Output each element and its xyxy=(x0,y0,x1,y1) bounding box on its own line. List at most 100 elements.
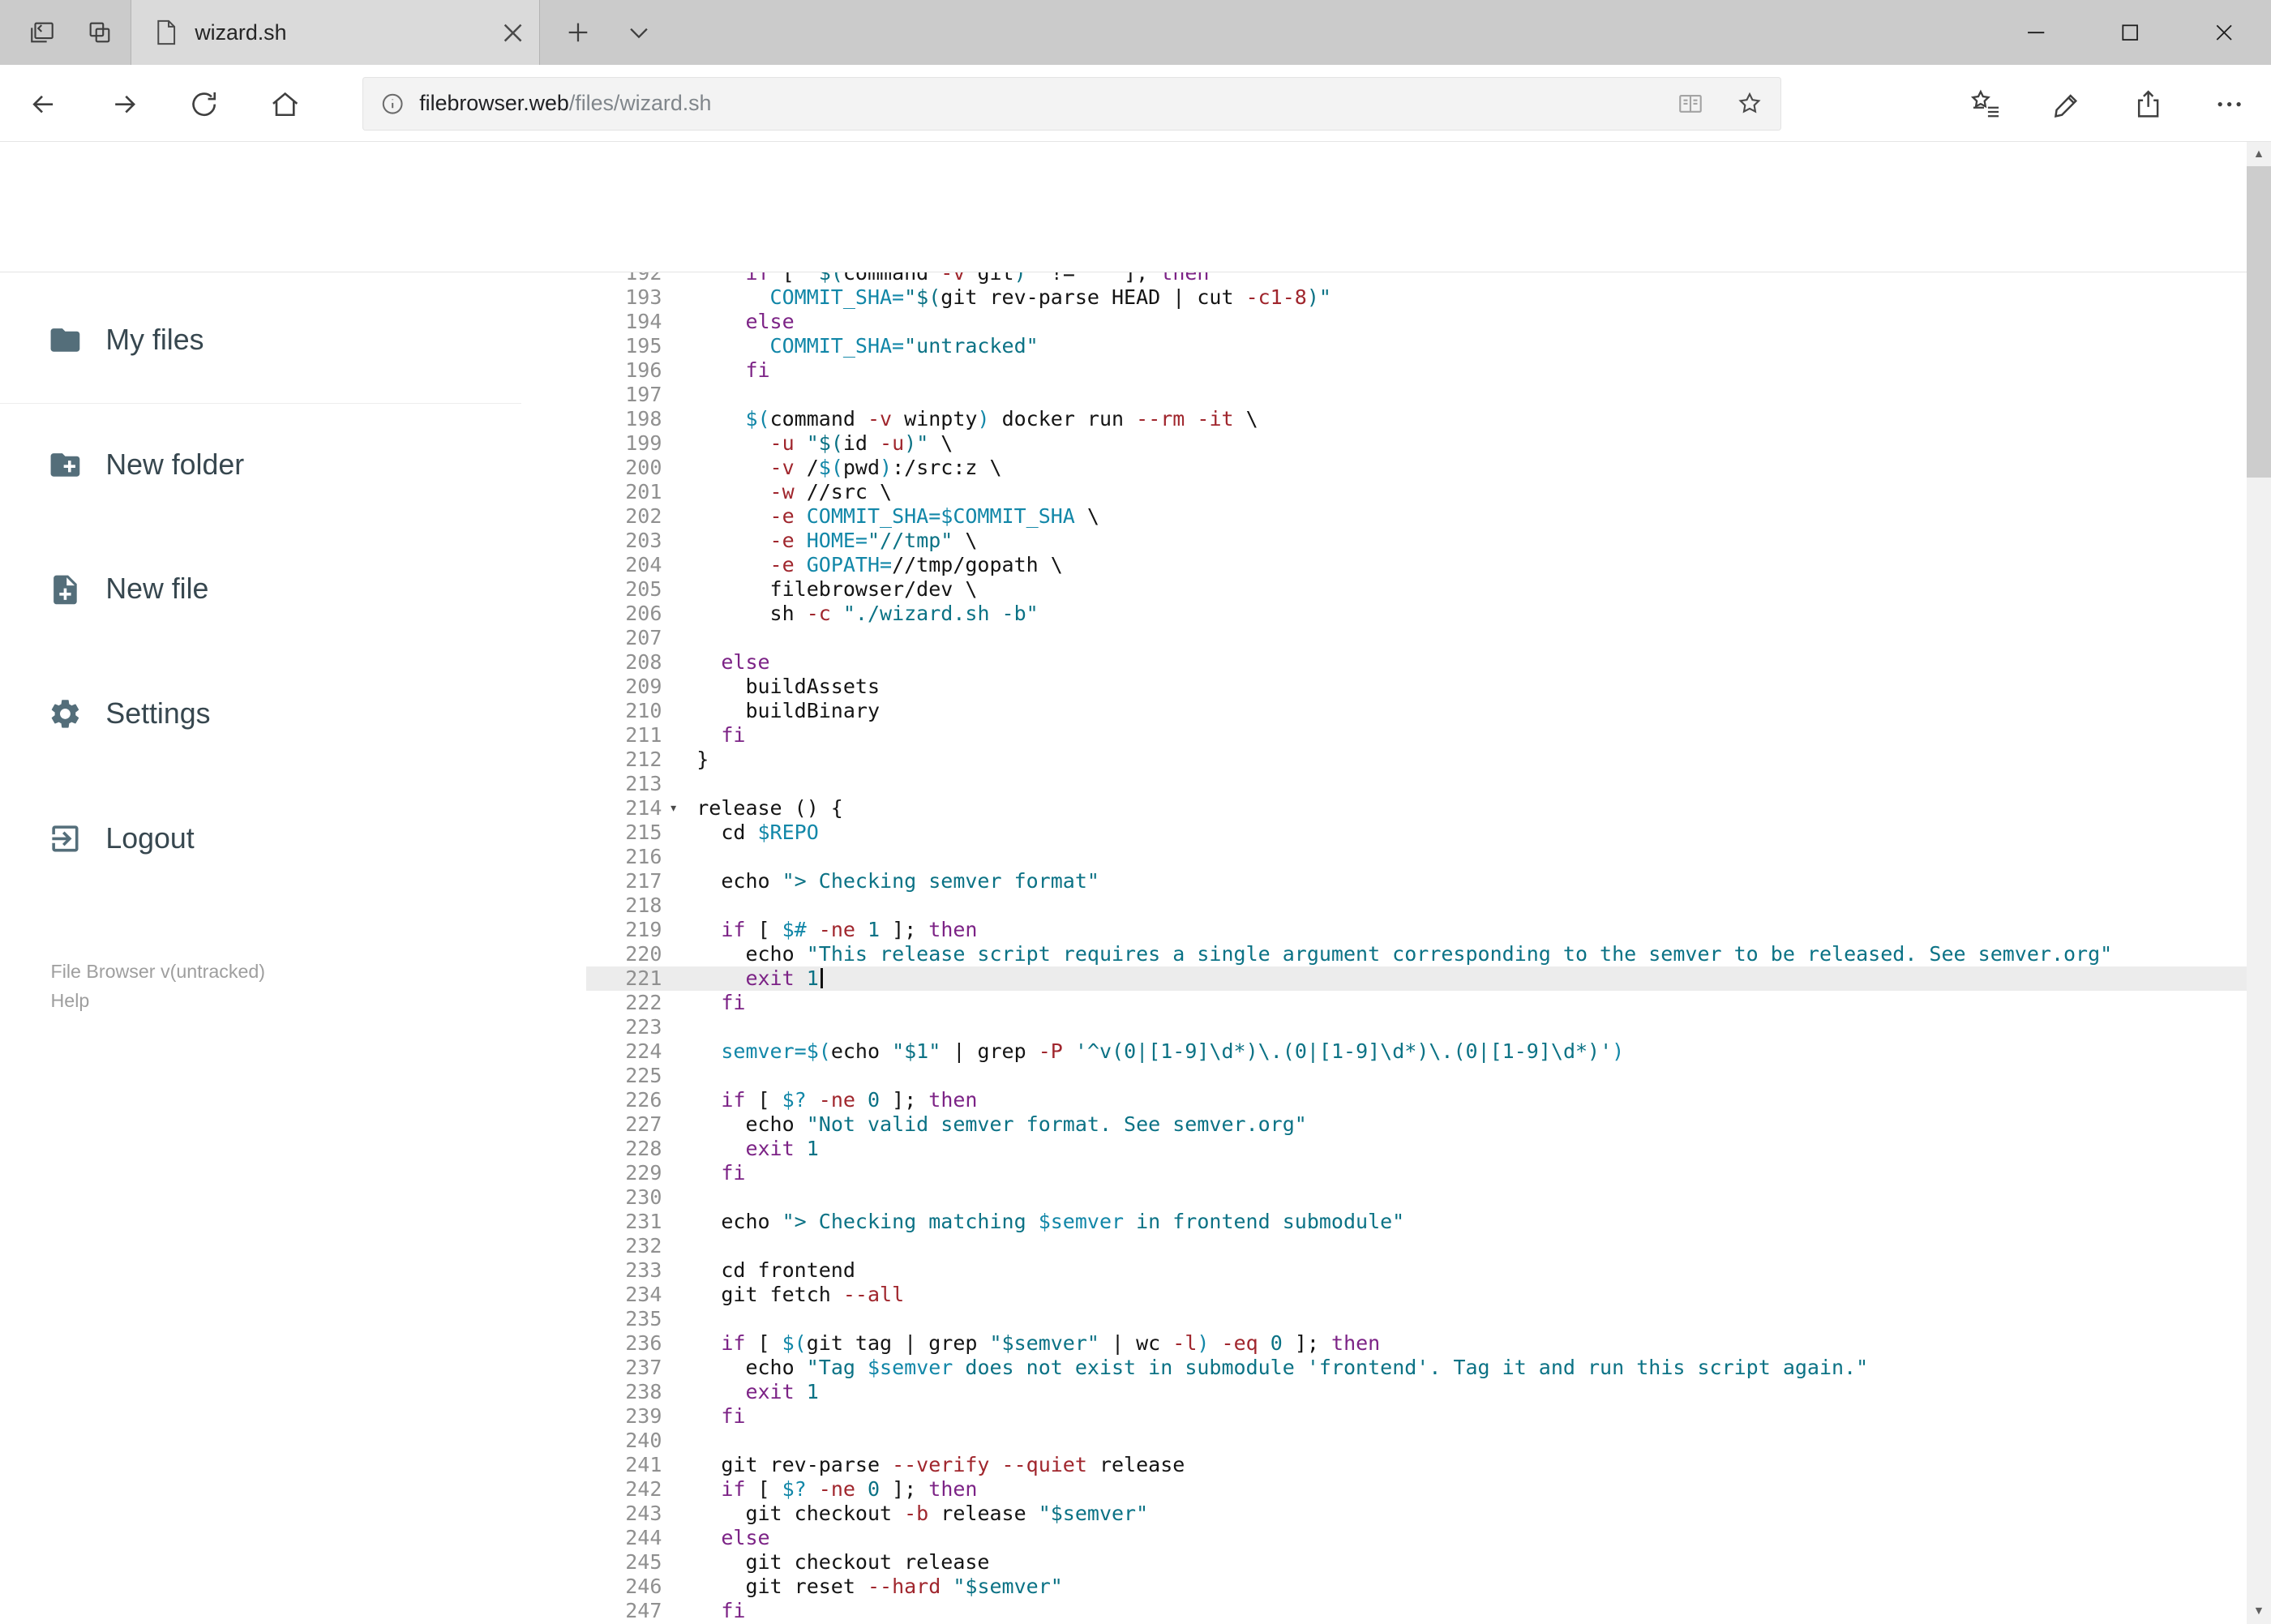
code-line[interactable]: 217 echo "> Checking semver format" xyxy=(586,869,2246,893)
code-line[interactable]: 192 if [ "$(command -v git)" != "" ]; th… xyxy=(586,272,2246,285)
share-button[interactable] xyxy=(2116,72,2180,136)
address-bar[interactable]: filebrowser.web/files/wizard.sh xyxy=(362,76,1782,131)
sidebar-item-new-folder[interactable]: New folder xyxy=(0,422,586,508)
code-line[interactable]: 245 git checkout release xyxy=(586,1550,2246,1575)
close-window-button[interactable] xyxy=(2177,0,2271,65)
new-tab-button[interactable] xyxy=(547,0,608,65)
code-line[interactable]: 227 echo "Not valid semver format. See s… xyxy=(586,1112,2246,1137)
code-line[interactable]: 223 xyxy=(586,1015,2246,1039)
code-line[interactable]: 213 xyxy=(586,772,2246,796)
code-line[interactable]: 196 fi xyxy=(586,358,2246,383)
sidebar-item-label: Logout xyxy=(105,821,195,855)
sidebar-item-logout[interactable]: Logout xyxy=(0,795,586,882)
code-line[interactable]: 220 echo "This release script requires a… xyxy=(586,942,2246,966)
code-line[interactable]: 247 fi xyxy=(586,1599,2246,1623)
tab-wizard-sh[interactable]: wizard.sh xyxy=(130,0,541,66)
code-line[interactable]: 244 else xyxy=(586,1526,2246,1550)
code-line[interactable]: 228 exit 1 xyxy=(586,1137,2246,1161)
hub-favorites-button[interactable] xyxy=(1954,72,2018,136)
code-line[interactable]: 216 xyxy=(586,845,2246,869)
code-line[interactable]: 241 git rev-parse --verify --quiet relea… xyxy=(586,1453,2246,1477)
set-tabs-aside-icon[interactable] xyxy=(11,0,72,65)
code-line[interactable]: 210 buildBinary xyxy=(586,699,2246,723)
code-line[interactable]: 235 xyxy=(586,1307,2246,1331)
code-line[interactable]: 221 exit 1 xyxy=(586,966,2247,992)
page-scrollbar[interactable]: ▲ ▼ xyxy=(2246,142,2271,1624)
reading-view-icon[interactable] xyxy=(1677,90,1704,118)
sidebar-item-settings[interactable]: Settings xyxy=(0,671,586,757)
code-line[interactable]: 243 git checkout -b release "$semver" xyxy=(586,1502,2246,1526)
code-line[interactable]: 194 else xyxy=(586,310,2246,334)
fold-gutter xyxy=(662,1599,696,1623)
sidebar: My files New folder New file Settings Logout… xyxy=(0,272,587,1624)
code-line[interactable]: 231 echo "> Checking matching $semver in… xyxy=(586,1210,2246,1234)
annotate-button[interactable] xyxy=(2035,72,2099,136)
forward-button[interactable] xyxy=(92,72,156,136)
minimize-button[interactable] xyxy=(1989,0,2083,65)
tab-preview-chevron-icon[interactable] xyxy=(608,0,669,65)
scroll-down-icon[interactable]: ▼ xyxy=(2247,1599,2271,1623)
scrollbar-thumb[interactable] xyxy=(2246,166,2271,478)
code-line[interactable]: 233 cd frontend xyxy=(586,1258,2246,1283)
code-line[interactable]: 201 -w //src \ xyxy=(586,480,2246,504)
code-line[interactable]: 197 xyxy=(586,383,2246,407)
code-line[interactable]: 205 filebrowser/dev \ xyxy=(586,577,2246,602)
code-fold-arrow-icon[interactable]: ▾ xyxy=(662,796,696,821)
code-line[interactable]: 236 if [ $(git tag | grep "$semver" | wc… xyxy=(586,1331,2246,1356)
code-text: echo "> Checking matching $semver in fro… xyxy=(721,1210,1405,1234)
sidebar-item-new-file[interactable]: New file xyxy=(0,546,586,632)
fold-gutter xyxy=(662,1161,696,1185)
scroll-up-icon[interactable]: ▲ xyxy=(2247,142,2271,166)
code-line[interactable]: 206 sh -c "./wizard.sh -b" xyxy=(586,602,2246,626)
site-info-icon[interactable] xyxy=(380,92,405,116)
code-line[interactable]: 237 echo "Tag $semver does not exist in … xyxy=(586,1356,2246,1380)
sidebar-item-my-files[interactable]: My files xyxy=(0,297,586,384)
logout-icon xyxy=(48,821,83,856)
code-line[interactable]: 204 -e GOPATH=//tmp/gopath \ xyxy=(586,553,2246,577)
code-text: -w //src \ xyxy=(769,480,893,504)
code-line[interactable]: 199 -u "$(id -u)" \ xyxy=(586,431,2246,456)
code-line[interactable]: 219 if [ $# -ne 1 ]; then xyxy=(586,918,2246,942)
code-editor[interactable]: 192 if [ "$(command -v git)" != "" ]; th… xyxy=(586,272,2247,1624)
refresh-button[interactable] xyxy=(173,72,237,136)
code-line[interactable]: 203 -e HOME="//tmp" \ xyxy=(586,529,2246,553)
code-line[interactable]: 193 COMMIT_SHA="$(git rev-parse HEAD | c… xyxy=(586,285,2246,310)
code-text: fi xyxy=(745,358,770,383)
back-button[interactable] xyxy=(11,72,75,136)
help-link[interactable]: Help xyxy=(51,987,266,1016)
code-line[interactable]: 224 semver=$(echo "$1" | grep -P '^v(0|[… xyxy=(586,1039,2246,1064)
home-button[interactable] xyxy=(254,72,318,136)
code-line[interactable]: 195 COMMIT_SHA="untracked" xyxy=(586,334,2246,358)
code-line[interactable]: 207 xyxy=(586,626,2246,650)
code-line[interactable]: 232 xyxy=(586,1234,2246,1258)
close-tab-icon[interactable] xyxy=(503,24,522,42)
code-line[interactable]: 229 fi xyxy=(586,1161,2246,1185)
code-text: -e COMMIT_SHA=$COMMIT_SHA \ xyxy=(769,504,1099,529)
code-line[interactable]: 214 ▾ release () { xyxy=(586,796,2246,821)
line-number: 226 xyxy=(625,1088,662,1112)
code-line[interactable]: 234 git fetch --all xyxy=(586,1283,2246,1307)
code-line[interactable]: 212} xyxy=(586,748,2246,772)
code-line[interactable]: 225 xyxy=(586,1064,2246,1088)
code-line[interactable]: 230 xyxy=(586,1185,2246,1210)
code-line[interactable]: 215 cd $REPO xyxy=(586,821,2246,845)
code-line[interactable]: 242 if [ $? -ne 0 ]; then xyxy=(586,1477,2246,1502)
line-number: 208 xyxy=(625,650,662,675)
code-line[interactable]: 211 fi xyxy=(586,723,2246,748)
code-line[interactable]: 202 -e COMMIT_SHA=$COMMIT_SHA \ xyxy=(586,504,2246,529)
more-button[interactable] xyxy=(2197,72,2261,136)
code-line[interactable]: 240 xyxy=(586,1429,2246,1453)
maximize-button[interactable] xyxy=(2083,0,2177,65)
code-line[interactable]: 238 exit 1 xyxy=(586,1380,2246,1404)
code-line[interactable]: 209 buildAssets xyxy=(586,675,2246,699)
code-line[interactable]: 222 fi xyxy=(586,991,2246,1015)
code-line[interactable]: 246 git reset --hard "$semver" xyxy=(586,1575,2246,1599)
tabs-you-set-aside-icon[interactable] xyxy=(70,0,131,65)
code-line[interactable]: 200 -v /$(pwd):/src:z \ xyxy=(586,456,2246,480)
favorite-star-icon[interactable] xyxy=(1736,90,1763,118)
code-line[interactable]: 226 if [ $? -ne 0 ]; then xyxy=(586,1088,2246,1112)
code-line[interactable]: 218 xyxy=(586,893,2246,918)
code-line[interactable]: 198 $(command -v winpty) docker run --rm… xyxy=(586,407,2246,431)
code-line[interactable]: 239 fi xyxy=(586,1404,2246,1429)
code-line[interactable]: 208 else xyxy=(586,650,2246,675)
